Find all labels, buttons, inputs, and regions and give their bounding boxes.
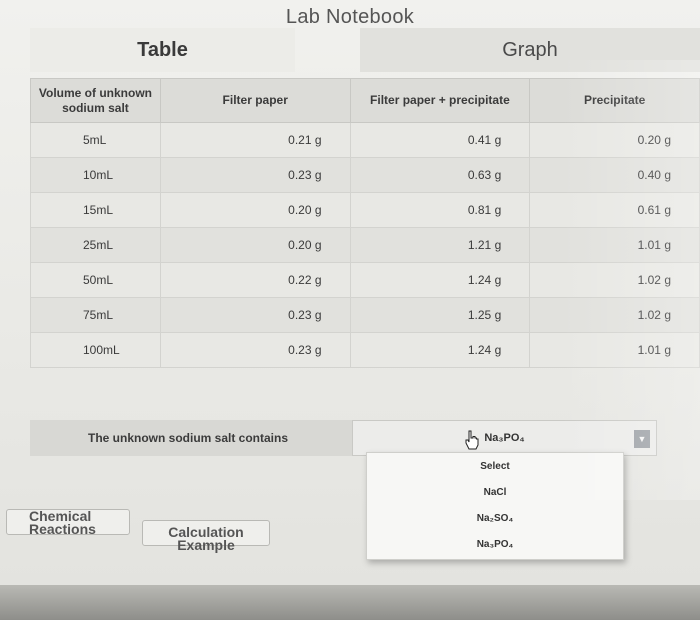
cell-volume: 10mL [30, 157, 161, 193]
cell-precipitate: 1.02 g [529, 262, 700, 298]
table-row: 10mL 0.23 g 0.63 g 0.40 g [30, 157, 700, 193]
chemical-reactions-label-line2: Reactions [29, 521, 96, 537]
table-row: 100mL 0.23 g 1.24 g 1.01 g [30, 332, 700, 368]
cell-volume: 5mL [30, 122, 161, 158]
table-header-row: Volume of unknown sodium salt Filter pap… [30, 78, 700, 123]
dropdown-option-nacl[interactable]: NaCl [367, 479, 623, 505]
table-row: 50mL 0.22 g 1.24 g 1.02 g [30, 262, 700, 298]
cell-precipitate: 1.01 g [529, 227, 700, 263]
cell-filter-paper: 0.20 g [159, 227, 351, 263]
cell-volume: 75mL [30, 297, 161, 333]
dropdown-option-na3po4[interactable]: Na₃PO₄ [367, 531, 623, 557]
hand-pointer-icon [465, 430, 479, 450]
cell-filter-paper-precipitate: 1.24 g [349, 332, 531, 368]
cell-filter-paper-precipitate: 0.81 g [349, 192, 531, 228]
monitor-bezel [0, 585, 700, 620]
cell-precipitate: 1.02 g [529, 297, 700, 333]
cell-filter-paper: 0.23 g [159, 297, 351, 333]
cell-precipitate: 1.01 g [529, 332, 700, 368]
cell-volume: 25mL [30, 227, 161, 263]
salt-dropdown-menu: Select NaCl Na₂SO₄ Na₃PO₄ [366, 452, 624, 560]
table-row: 15mL 0.20 g 0.81 g 0.61 g [30, 192, 700, 228]
chevron-down-icon[interactable]: ▼ [634, 430, 650, 448]
app-title: Lab Notebook [285, 6, 415, 28]
table-row: 75mL 0.23 g 1.25 g 1.02 g [30, 297, 700, 333]
table-row: 5mL 0.21 g 0.41 g 0.20 g [30, 122, 700, 158]
cell-precipitate: 0.20 g [529, 122, 700, 158]
column-header-filter-paper: Filter paper [159, 78, 351, 123]
calculation-example-label-line2: Example [177, 537, 235, 553]
data-table: Volume of unknown sodium salt Filter pap… [30, 78, 700, 368]
cell-filter-paper-precipitate: 1.21 g [349, 227, 531, 263]
cell-filter-paper-precipitate: 0.41 g [349, 122, 531, 158]
cell-filter-paper-precipitate: 1.25 g [349, 297, 531, 333]
salt-select[interactable]: Na₃PO₄ ▼ [352, 420, 657, 456]
column-header-precipitate: Precipitate [529, 78, 700, 123]
tab-graph[interactable]: Graph [360, 28, 700, 72]
cell-volume: 50mL [30, 262, 161, 298]
tab-table[interactable]: Table [30, 28, 295, 72]
cell-precipitate: 0.61 g [529, 192, 700, 228]
table-row: 25mL 0.20 g 1.21 g 1.01 g [30, 227, 700, 263]
cell-filter-paper: 0.22 g [159, 262, 351, 298]
salt-select-value: Na₃PO₄ [484, 432, 525, 444]
cell-filter-paper: 0.23 g [159, 332, 351, 368]
dropdown-option-na2so4[interactable]: Na₂SO₄ [367, 505, 623, 531]
column-header-filter-paper-precipitate: Filter paper + precipitate [349, 78, 531, 123]
cell-precipitate: 0.40 g [529, 157, 700, 193]
cell-filter-paper: 0.23 g [159, 157, 351, 193]
cell-filter-paper-precipitate: 1.24 g [349, 262, 531, 298]
calculation-example-button[interactable]: Calculation Example [142, 520, 270, 552]
answer-prompt: The unknown sodium salt contains [30, 420, 352, 456]
app-screen: Lab Notebook Table Graph Volume of unkno… [0, 0, 700, 585]
column-header-volume: Volume of unknown sodium salt [30, 78, 161, 123]
chemical-reactions-button[interactable]: Chemical Reactions [6, 509, 130, 537]
cell-volume: 15mL [30, 192, 161, 228]
cell-filter-paper: 0.21 g [159, 122, 351, 158]
cell-filter-paper-precipitate: 0.63 g [349, 157, 531, 193]
cell-volume: 100mL [30, 332, 161, 368]
cell-filter-paper: 0.20 g [159, 192, 351, 228]
dropdown-option-select[interactable]: Select [367, 453, 623, 479]
